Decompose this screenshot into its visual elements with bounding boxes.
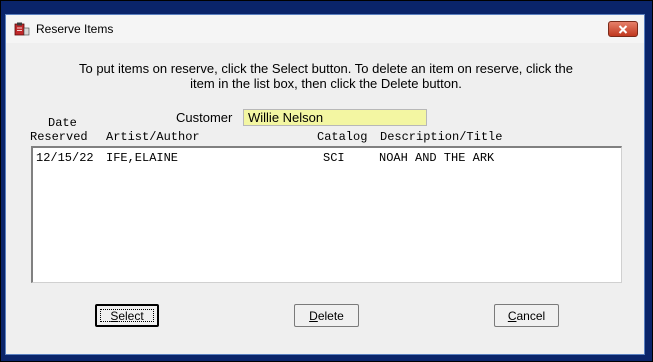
column-header-date-reserved: Reserved — [30, 130, 88, 144]
app-icon — [14, 22, 30, 36]
cancel-label: ancel — [516, 308, 546, 323]
column-header-artist-author: Artist/Author — [106, 130, 200, 144]
customer-label: Customer — [176, 110, 233, 125]
select-button[interactable]: Select — [95, 304, 159, 327]
list-item-description: NOAH AND THE ARK — [379, 151, 495, 165]
delete-accel-key: D — [309, 308, 318, 323]
column-header-date-top: Date — [48, 116, 77, 130]
close-button[interactable] — [608, 21, 638, 37]
desktop-frame: Reserve Items To put items on reserve, c… — [0, 0, 653, 362]
instructions-line-1: To put items on reserve, click the Selec… — [78, 61, 573, 76]
reserve-items-dialog: Reserve Items To put items on reserve, c… — [5, 14, 645, 355]
delete-label: elete — [317, 308, 344, 323]
delete-button[interactable]: Delete — [294, 304, 359, 327]
customer-field[interactable] — [243, 109, 427, 126]
instructions-line-2: item in the list box, then click the Del… — [190, 76, 462, 91]
list-item-artist: IFE,ELAINE — [106, 151, 179, 165]
title-bar[interactable]: Reserve Items — [6, 15, 644, 43]
focus-rectangle — [100, 309, 154, 322]
cancel-button[interactable]: Cancel — [494, 304, 559, 327]
instructions-text: To put items on reserve, click the Selec… — [36, 61, 616, 91]
column-header-description-title: Description/Title — [380, 130, 503, 144]
reserve-list-box[interactable]: 12/15/22 IFE,ELAINE SCI NOAH AND THE ARK — [31, 146, 622, 283]
list-item-date: 12/15/22 — [36, 151, 94, 165]
list-item[interactable]: 12/15/22 IFE,ELAINE SCI NOAH AND THE ARK — [33, 151, 621, 165]
window-title: Reserve Items — [36, 22, 114, 36]
list-item-catalog: SCI — [323, 151, 345, 165]
column-header-catalog: Catalog — [317, 130, 368, 144]
cancel-accel-key: C — [507, 308, 517, 323]
close-icon — [618, 24, 628, 34]
